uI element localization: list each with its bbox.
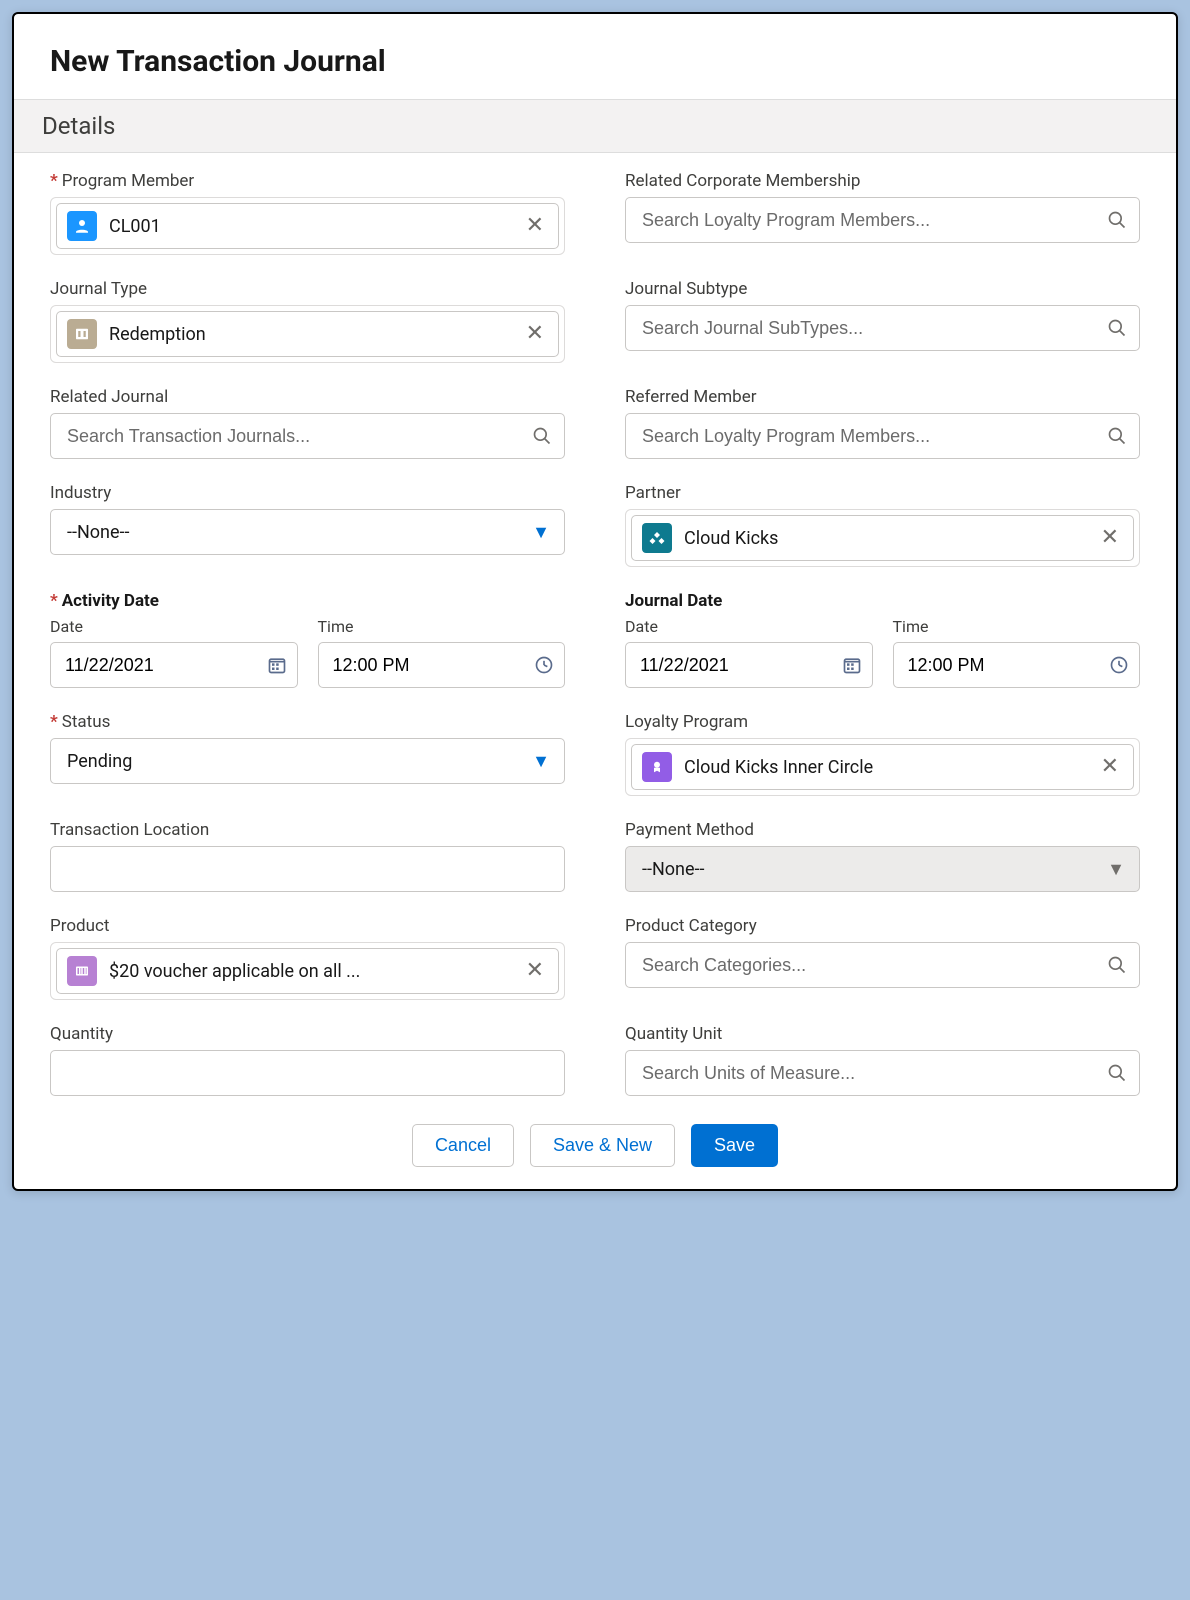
pill-journal-type[interactable]: Redemption ✕ bbox=[56, 311, 559, 357]
loyalty-program-icon bbox=[642, 752, 672, 782]
close-icon[interactable]: ✕ bbox=[522, 960, 548, 982]
modal-new-transaction-journal: New Transaction Journal Details *Program… bbox=[12, 12, 1178, 1191]
required-marker: * bbox=[50, 171, 58, 191]
input-activity-date[interactable] bbox=[50, 642, 298, 688]
input-transaction-location[interactable] bbox=[50, 846, 565, 892]
field-loyalty-program: Loyalty Program Cloud Kicks Inner Circle… bbox=[625, 712, 1140, 796]
field-quantity-unit: Quantity Unit bbox=[625, 1024, 1140, 1096]
select-status[interactable]: Pending ▼ bbox=[50, 738, 565, 784]
pill-partner[interactable]: Cloud Kicks ✕ bbox=[631, 515, 1134, 561]
pill-loyalty-program[interactable]: Cloud Kicks Inner Circle ✕ bbox=[631, 744, 1134, 790]
lookup-related-corp-membership[interactable] bbox=[625, 197, 1140, 243]
search-icon bbox=[1107, 426, 1127, 446]
chevron-down-icon: ▼ bbox=[532, 751, 550, 772]
required-marker: * bbox=[50, 712, 58, 732]
field-journal-subtype: Journal Subtype bbox=[625, 279, 1140, 363]
close-icon[interactable]: ✕ bbox=[1097, 756, 1123, 778]
pill-program-member[interactable]: CL001 ✕ bbox=[56, 203, 559, 249]
field-quantity: Quantity bbox=[50, 1024, 565, 1096]
modal-footer: Cancel Save & New Save bbox=[14, 1106, 1176, 1189]
lookup-referred-member[interactable] bbox=[625, 413, 1140, 459]
field-transaction-location: Transaction Location bbox=[50, 820, 565, 892]
field-journal-date: Journal Date Date Time bbox=[625, 591, 1140, 688]
search-icon bbox=[532, 426, 552, 446]
journal-type-icon bbox=[67, 319, 97, 349]
lookup-related-journal[interactable] bbox=[50, 413, 565, 459]
input-referred-member[interactable] bbox=[626, 426, 1139, 447]
select-payment-method[interactable]: --None-- ▼ bbox=[625, 846, 1140, 892]
field-activity-date: *Activity Date Date Time bbox=[50, 591, 565, 688]
member-icon bbox=[67, 211, 97, 241]
search-icon bbox=[1107, 955, 1127, 975]
pill-loyalty-program-label: Cloud Kicks Inner Circle bbox=[672, 757, 1097, 778]
field-journal-type: Journal Type Redemption ✕ bbox=[50, 279, 565, 363]
partner-icon bbox=[642, 523, 672, 553]
clock-icon[interactable] bbox=[1109, 655, 1129, 675]
product-icon bbox=[67, 956, 97, 986]
save-button[interactable]: Save bbox=[691, 1124, 778, 1167]
section-details: Details bbox=[14, 99, 1176, 153]
input-journal-time[interactable] bbox=[893, 642, 1141, 688]
input-quantity-unit[interactable] bbox=[626, 1063, 1139, 1084]
field-partner: Partner Cloud Kicks ✕ bbox=[625, 483, 1140, 567]
input-quantity[interactable] bbox=[50, 1050, 565, 1096]
field-referred-member: Referred Member bbox=[625, 387, 1140, 459]
select-industry[interactable]: --None-- ▼ bbox=[50, 509, 565, 555]
field-product-category: Product Category bbox=[625, 916, 1140, 1000]
pill-product-label: $20 voucher applicable on all ... bbox=[97, 961, 522, 982]
required-marker: * bbox=[50, 591, 58, 611]
search-icon bbox=[1107, 1063, 1127, 1083]
search-icon bbox=[1107, 210, 1127, 230]
input-journal-subtype[interactable] bbox=[626, 318, 1139, 339]
field-industry: Industry --None-- ▼ bbox=[50, 483, 565, 567]
field-product: Product $20 voucher applicable on all ..… bbox=[50, 916, 565, 1000]
close-icon[interactable]: ✕ bbox=[522, 215, 548, 237]
cancel-button[interactable]: Cancel bbox=[412, 1124, 514, 1167]
form-body: *Program Member CL001 ✕ Related Corporat… bbox=[14, 153, 1176, 1106]
save-and-new-button[interactable]: Save & New bbox=[530, 1124, 675, 1167]
calendar-icon[interactable] bbox=[267, 655, 287, 675]
clock-icon[interactable] bbox=[534, 655, 554, 675]
field-related-corp-membership: Related Corporate Membership bbox=[625, 171, 1140, 255]
field-related-journal: Related Journal bbox=[50, 387, 565, 459]
lookup-product-category[interactable] bbox=[625, 942, 1140, 988]
modal-title: New Transaction Journal bbox=[14, 14, 1176, 99]
pill-product[interactable]: $20 voucher applicable on all ... ✕ bbox=[56, 948, 559, 994]
pill-program-member-label: CL001 bbox=[97, 216, 522, 237]
close-icon[interactable]: ✕ bbox=[522, 323, 548, 345]
pill-partner-label: Cloud Kicks bbox=[672, 528, 1097, 549]
input-product-category[interactable] bbox=[626, 955, 1139, 976]
field-status: *Status Pending ▼ bbox=[50, 712, 565, 796]
pill-journal-type-label: Redemption bbox=[97, 324, 522, 345]
input-related-journal[interactable] bbox=[51, 426, 564, 447]
field-payment-method: Payment Method --None-- ▼ bbox=[625, 820, 1140, 892]
chevron-down-icon: ▼ bbox=[1107, 859, 1125, 880]
search-icon bbox=[1107, 318, 1127, 338]
lookup-quantity-unit[interactable] bbox=[625, 1050, 1140, 1096]
chevron-down-icon: ▼ bbox=[532, 522, 550, 543]
close-icon[interactable]: ✕ bbox=[1097, 527, 1123, 549]
field-program-member: *Program Member CL001 ✕ bbox=[50, 171, 565, 255]
calendar-icon[interactable] bbox=[842, 655, 862, 675]
input-journal-date[interactable] bbox=[625, 642, 873, 688]
lookup-journal-subtype[interactable] bbox=[625, 305, 1140, 351]
input-activity-time[interactable] bbox=[318, 642, 566, 688]
input-related-corp-membership[interactable] bbox=[626, 210, 1139, 231]
